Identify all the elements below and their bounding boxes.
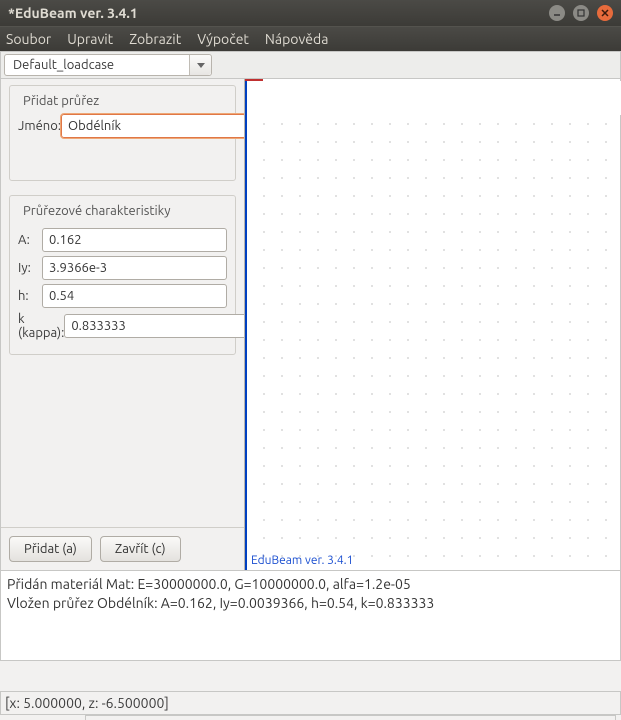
status-coords: [x: 5.000000, z: -6.500000] (5, 695, 169, 711)
log-panel: Přidán materiál Mat: E=30000000.0, G=100… (0, 571, 621, 661)
menubar: Soubor Upravit Zobrazit Výpočet Nápověda (0, 26, 621, 51)
drawing-canvas[interactable]: EduBeam ver. 3.4.1 (245, 79, 620, 570)
group-characteristics: Průřezové charakteristiky A: Iy: h: k (k… (9, 195, 236, 355)
h-input[interactable] (42, 284, 227, 308)
group-add-profile: Přidat průřez Jméno: (9, 85, 236, 181)
titlebar: *EduBeam ver. 3.4.1 (0, 0, 621, 26)
k-input[interactable] (64, 314, 244, 338)
maximize-button[interactable] (573, 5, 589, 21)
left-panel: Přidat průřez Jméno: Průřezové charakter… (1, 79, 245, 570)
group-characteristics-title: Průřezové charakteristiky (20, 204, 174, 218)
k-label: k (kappa): (18, 312, 64, 340)
a-input[interactable] (42, 228, 227, 252)
menu-soubor[interactable]: Soubor (6, 31, 51, 47)
chevron-down-icon (197, 63, 205, 68)
h-label: h: (18, 289, 42, 303)
group-add-profile-title: Přidat průřez (20, 94, 102, 108)
window-controls (549, 5, 613, 21)
close-panel-button[interactable]: Zavřít (c) (100, 536, 181, 562)
toolbar: Default_loadcase (0, 51, 621, 79)
loadcase-combo-button[interactable] (189, 55, 211, 75)
name-input[interactable] (61, 114, 244, 138)
iy-label: Iy: (18, 261, 42, 275)
workarea: Přidat průřez Jméno: Průřezové charakter… (0, 79, 621, 571)
statusbar: [x: 5.000000, z: -6.500000] (0, 691, 621, 715)
a-label: A: (18, 233, 42, 247)
statusbar-resize (85, 715, 616, 720)
canvas-brand-label: EduBeam ver. 3.4.1 (251, 554, 353, 567)
menu-zobrazit[interactable]: Zobrazit (129, 31, 181, 47)
loadcase-combo[interactable]: Default_loadcase (4, 54, 212, 76)
panel-buttons: Přidat (a) Zavřít (c) (1, 528, 244, 570)
minimize-button[interactable] (549, 5, 565, 21)
log-line-1: Přidán materiál Mat: E=30000000.0, G=100… (7, 575, 614, 594)
window-title: *EduBeam ver. 3.4.1 (8, 5, 549, 21)
loadcase-combo-text: Default_loadcase (5, 58, 189, 72)
canvas-cover (247, 81, 621, 115)
name-label: Jméno: (18, 119, 61, 133)
panel-inner: Přidat průřez Jméno: Průřezové charakter… (1, 79, 244, 528)
menu-vypocet[interactable]: Výpočet (197, 31, 249, 47)
close-button[interactable] (597, 5, 613, 21)
log-line-2: Vložen průřez Obdélník: A=0.162, Iy=0.00… (7, 594, 614, 613)
iy-input[interactable] (42, 256, 227, 280)
menu-napoveda[interactable]: Nápověda (265, 31, 328, 47)
add-button[interactable]: Přidat (a) (9, 536, 92, 562)
menu-upravit[interactable]: Upravit (67, 31, 113, 47)
